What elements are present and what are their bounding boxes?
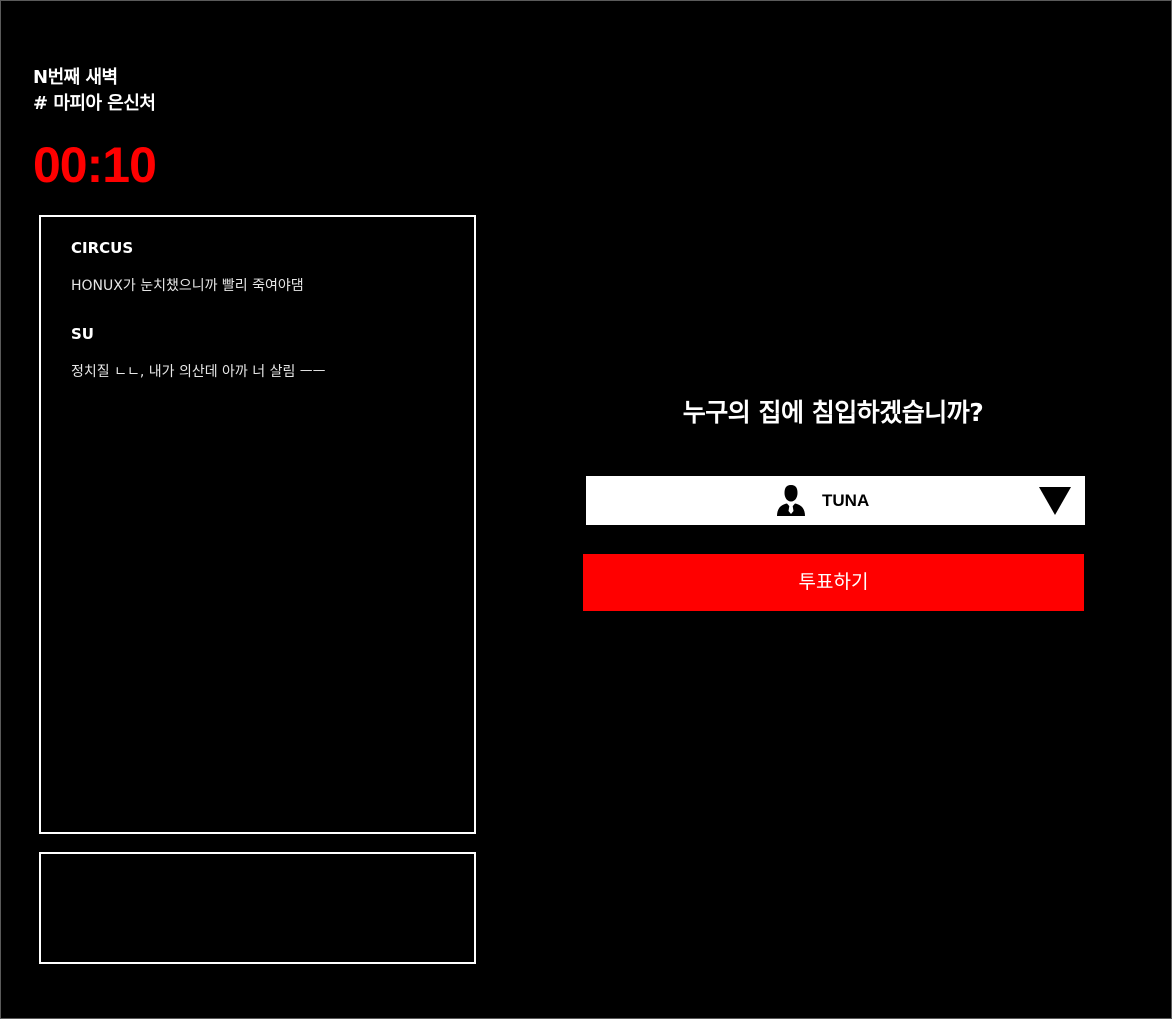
chat-author: CIRCUS <box>71 239 134 257</box>
game-frame: N번째 새벽 # 마피아 은신처 00:10 CIRCUS HONUX가 눈치챘… <box>0 0 1172 1019</box>
person-icon <box>777 485 805 516</box>
chat-text: HONUX가 눈치챘으니까 빨리 죽여야댐 <box>71 278 304 294</box>
chat-message: SU 정치질 ㄴㄴ, 내가 의산데 아까 너 살림 ㅡㅡ <box>41 324 326 382</box>
location-title: # 마피아 은신처 <box>33 93 156 114</box>
header: N번째 새벽 # 마피아 은신처 <box>33 65 156 117</box>
vote-button[interactable]: 투표하기 <box>583 554 1084 611</box>
vote-question: 누구의 집에 침입하겠습니까? <box>682 398 984 427</box>
chat-message: CIRCUS HONUX가 눈치챘으니까 빨리 죽여야댐 <box>41 238 304 296</box>
chat-author: SU <box>71 325 94 343</box>
chat-log[interactable]: CIRCUS HONUX가 눈치챘으니까 빨리 죽여야댐 SU 정치질 ㄴㄴ, … <box>39 215 476 834</box>
chat-input[interactable] <box>39 852 476 964</box>
selected-player-name: TUNA <box>822 491 870 510</box>
caret-down-icon[interactable] <box>1039 487 1071 515</box>
chat-text: 정치질 ㄴㄴ, 내가 의산데 아까 너 살림 ㅡㅡ <box>71 364 326 380</box>
phase-title: N번째 새벽 <box>33 67 118 88</box>
player-select-dropdown[interactable]: TUNA <box>586 476 1085 525</box>
countdown-timer: 00:10 <box>33 137 157 193</box>
